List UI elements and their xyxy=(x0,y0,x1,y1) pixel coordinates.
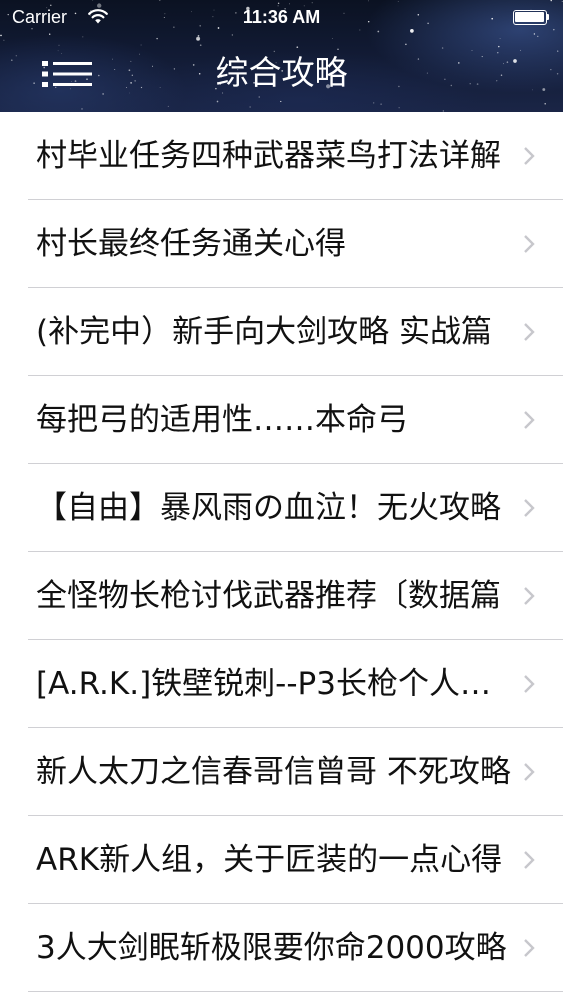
chevron-right-icon xyxy=(524,587,535,605)
star xyxy=(258,96,260,98)
star xyxy=(280,100,282,103)
chevron-right-icon xyxy=(524,323,535,341)
list-item[interactable]: ARK新人组，关于匠装的一点心得 xyxy=(0,816,563,904)
chevron-right-icon xyxy=(524,499,535,517)
list-item-title: 全怪物长枪讨伐武器推荐〔数据篇 xyxy=(36,578,501,614)
star xyxy=(216,100,219,103)
app-screen: Carrier 11:36 AM 综合攻略 村毕业任务四种武器菜鸟打法详解 村长… xyxy=(0,0,563,1000)
star xyxy=(359,29,361,31)
chevron-right-icon xyxy=(524,763,535,781)
list-item[interactable]: 全怪物长枪讨伐武器推荐〔数据篇 xyxy=(0,552,563,640)
star xyxy=(377,30,380,33)
chevron-right-icon xyxy=(524,411,535,429)
star xyxy=(49,33,51,35)
star xyxy=(373,102,375,104)
chevron-right-icon xyxy=(524,235,535,253)
star xyxy=(367,0,369,2)
star xyxy=(82,36,84,38)
star xyxy=(537,35,539,38)
star xyxy=(553,28,555,31)
article-list: 村毕业任务四种武器菜鸟打法详解 村长最终任务通关心得 (补完中）新手向大剑攻略 … xyxy=(0,112,563,992)
star xyxy=(231,34,233,36)
list-item-title: [A.R.K.]铁壁锐刺--P3长枪个人心得 xyxy=(36,666,516,702)
list-item[interactable]: 【自由】暴风雨の血泣！无火攻略 xyxy=(0,464,563,552)
list-item[interactable]: [A.R.K.]铁壁锐刺--P3长枪个人心得 xyxy=(0,640,563,728)
star xyxy=(331,38,333,39)
star xyxy=(0,34,2,37)
header-bar: Carrier 11:36 AM 综合攻略 xyxy=(0,0,563,112)
star xyxy=(277,2,280,5)
list-item[interactable]: 村毕业任务四种武器菜鸟打法详解 xyxy=(0,112,563,200)
list-item[interactable]: 每把弓的适用性……本命弓 xyxy=(0,376,563,464)
star xyxy=(397,1,399,2)
clock-time: 11:36 AM xyxy=(242,7,321,27)
page-title: 综合攻略 xyxy=(215,53,348,92)
list-item-title: (补完中）新手向大剑攻略 实战篇 xyxy=(36,314,492,350)
chevron-right-icon xyxy=(524,675,535,693)
chevron-right-icon xyxy=(524,939,535,957)
star xyxy=(159,0,161,1)
list-item[interactable]: (补完中）新手向大剑攻略 实战篇 xyxy=(0,288,563,376)
star xyxy=(58,44,60,46)
star xyxy=(405,43,407,46)
star xyxy=(140,44,142,46)
battery-full-icon xyxy=(513,10,549,25)
star xyxy=(498,45,500,48)
star xyxy=(311,2,313,4)
star xyxy=(544,103,546,105)
star xyxy=(550,0,552,2)
chevron-right-icon xyxy=(524,851,535,869)
list-item-title: 村毕业任务四种武器菜鸟打法详解 xyxy=(36,138,501,174)
star xyxy=(196,36,201,41)
chevron-right-icon xyxy=(524,147,535,165)
list-item-title: 3人大剑眠斩极限要你命2000攻略 xyxy=(36,930,507,966)
star xyxy=(3,39,5,41)
star xyxy=(167,105,169,107)
list-item-title: 每把弓的适用性……本命弓 xyxy=(36,402,408,438)
star xyxy=(380,103,382,105)
star xyxy=(533,33,536,35)
list-item[interactable]: 村长最终任务通关心得 xyxy=(0,200,563,288)
star xyxy=(81,108,83,110)
star xyxy=(441,47,444,49)
star xyxy=(410,29,414,33)
list-item-title: 【自由】暴风雨の血泣！无火攻略 xyxy=(36,490,501,526)
list-item-title: 村长最终任务通关心得 xyxy=(36,226,346,262)
list-item-title: 新人太刀之信春哥信曾哥 不死攻略 xyxy=(36,754,511,790)
star xyxy=(199,44,202,47)
star xyxy=(296,46,299,49)
list-item[interactable]: 3人大剑眠斩极限要你命2000攻略 xyxy=(0,904,563,992)
star xyxy=(156,37,158,40)
list-item-title: ARK新人组，关于匠装的一点心得 xyxy=(36,842,503,878)
star xyxy=(197,35,200,37)
list-item[interactable]: 新人太刀之信春哥信曾哥 不死攻略 xyxy=(0,728,563,816)
star xyxy=(398,107,400,109)
star xyxy=(249,106,251,108)
star xyxy=(499,38,501,40)
